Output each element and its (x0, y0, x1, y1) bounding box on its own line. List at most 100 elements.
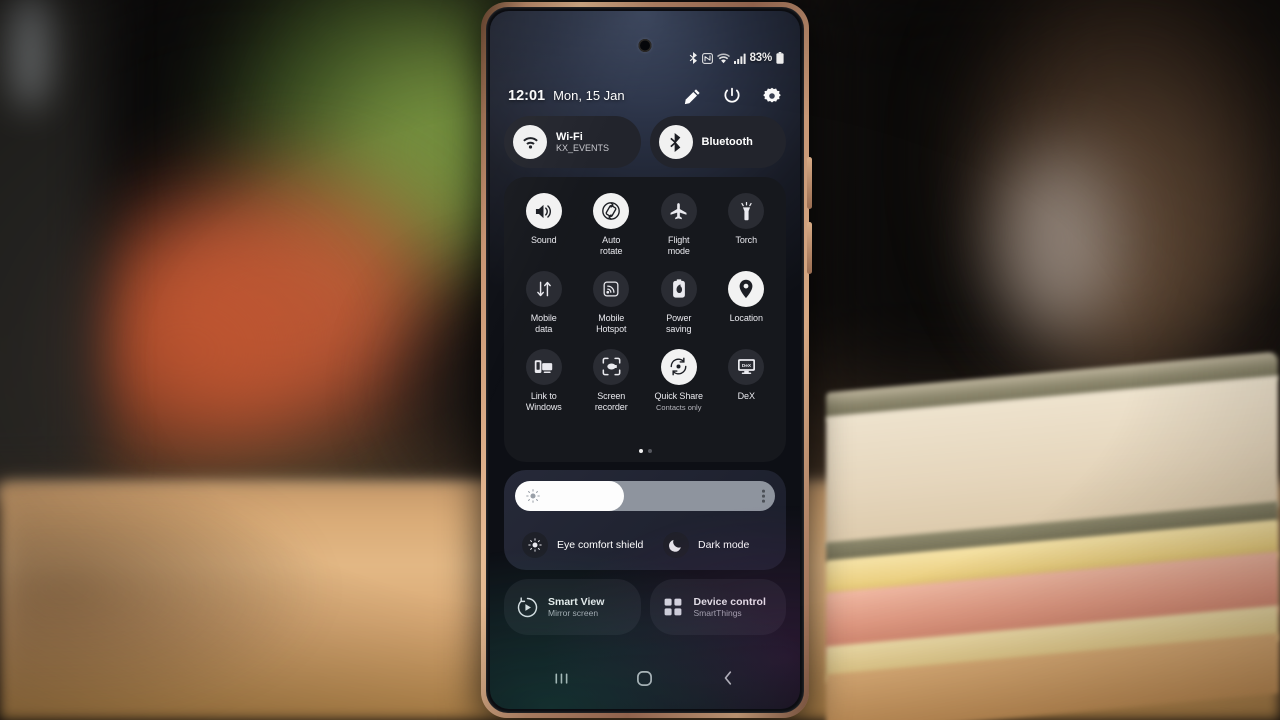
volume-down-button[interactable] (807, 222, 812, 274)
dark-mode-icon (669, 539, 681, 552)
eye-comfort-icon-bg (522, 532, 548, 558)
eye-comfort-shield-label: Eye comfort shield (557, 539, 644, 551)
device-control-text: Device control SmartThings (694, 596, 766, 619)
toggle-row-3: Link to Windows Screen recorder Quick Sh… (510, 347, 780, 413)
battery-icon (776, 52, 784, 64)
auto-rotate-icon-bg (593, 193, 630, 229)
dex-icon-bg: DeX (728, 348, 765, 385)
toggle-link-to-windows-label: Link to Windows (525, 390, 562, 412)
bluetooth-tile[interactable]: Bluetooth (649, 116, 786, 168)
dark-mode-icon-bg (663, 532, 689, 558)
brightness-sun-icon (526, 489, 540, 503)
toggle-link-to-windows[interactable]: Link to Windows (510, 347, 578, 413)
toggle-mobile-data-label: Mobile data (530, 312, 557, 334)
toggle-mobile-hotspot-label: Mobile Hotspot (596, 312, 627, 334)
device-control-tile[interactable]: Device control SmartThings (649, 579, 786, 635)
toggle-screen-recorder-label: Screen recorder (594, 390, 628, 412)
wifi-tile-text: Wi-Fi KX_EVENTS (556, 131, 609, 154)
mobile-data-icon (536, 281, 551, 297)
front-camera (638, 39, 652, 52)
toggle-power-saving[interactable]: Power saving (645, 269, 713, 335)
status-bar: 83% (689, 52, 784, 64)
back-button[interactable] (711, 665, 745, 691)
smartphone: 83% 12:01 Mon, 15 Jan Wi-Fi KX_EVENTS Bl… (481, 2, 812, 718)
toggle-dex-label: DeX (737, 390, 755, 401)
smart-view-icon-bg (515, 595, 539, 619)
mobile-hotspot-icon (603, 281, 619, 297)
device-control-title: Device control (693, 595, 766, 608)
sound-icon (536, 204, 552, 218)
power-saving-icon-bg (660, 270, 697, 307)
toggle-mobile-data[interactable]: Mobile data (510, 269, 578, 335)
signal-icon (733, 53, 746, 64)
dark-mode-label: Dark mode (698, 539, 750, 551)
page-dot-2[interactable] (647, 449, 652, 453)
phone-screen[interactable]: 83% 12:01 Mon, 15 Jan Wi-Fi KX_EVENTS Bl… (490, 11, 800, 709)
home-button[interactable] (628, 665, 662, 691)
sound-icon-bg (525, 193, 562, 229)
toggle-dex[interactable]: DeX DeX (713, 347, 781, 413)
navigation-bar (490, 665, 800, 691)
toggle-mobile-hotspot[interactable]: Mobile Hotspot (578, 269, 646, 335)
smart-view-subtitle: Mirror screen (548, 608, 599, 619)
home-icon (637, 670, 653, 686)
page-dot-1[interactable] (638, 449, 643, 453)
display-mode-row: Eye comfort shield Dark mode (504, 522, 786, 568)
toggle-sound[interactable]: Sound (510, 191, 578, 257)
wifi-tile[interactable]: Wi-Fi KX_EVENTS (504, 116, 641, 168)
wifi-tile-title: Wi-Fi (556, 130, 583, 143)
eye-comfort-shield-toggle[interactable]: Eye comfort shield (504, 532, 645, 558)
power-button[interactable] (722, 86, 742, 106)
auto-rotate-icon (602, 202, 621, 220)
bluetooth-icon (670, 132, 681, 152)
link-to-windows-icon (535, 360, 553, 373)
page-indicator (504, 449, 786, 453)
screen-recorder-icon-bg (593, 348, 630, 385)
toggle-screen-recorder[interactable]: Screen recorder (578, 347, 646, 413)
edit-icon (684, 88, 700, 104)
header-actions (682, 86, 782, 106)
wifi-tile-icon-bg (513, 125, 547, 159)
wifi-icon (522, 136, 538, 149)
location-icon (739, 279, 753, 298)
dark-mode-toggle[interactable]: Dark mode (645, 532, 786, 558)
brightness-panel: Eye comfort shield Dark mode (504, 470, 786, 570)
toggle-auto-rotate-label: Auto rotate (600, 235, 623, 256)
power-icon (724, 87, 740, 103)
power-saving-icon (672, 279, 685, 299)
quick-toggle-grid: Sound Auto rotate Flight mode Torch Mobi… (504, 177, 786, 462)
device-control-subtitle: SmartThings (693, 608, 742, 619)
recents-icon (555, 672, 568, 684)
flight-mode-icon-bg (660, 193, 697, 229)
volume-up-button[interactable] (807, 157, 812, 209)
toggle-auto-rotate[interactable]: Auto rotate (578, 191, 646, 257)
toggle-row-1: Sound Auto rotate Flight mode Torch (510, 191, 780, 257)
mobile-data-icon-bg (525, 270, 562, 307)
smart-view-title: Smart View (548, 595, 605, 608)
quick-panel-header: 12:01 Mon, 15 Jan (490, 86, 800, 106)
screen-recorder-icon (602, 357, 621, 376)
device-control-icon-bg (661, 595, 685, 619)
mobile-hotspot-icon-bg (593, 270, 630, 307)
date: Mon, 15 Jan (553, 88, 625, 103)
toggle-flight-mode[interactable]: Flight mode (645, 191, 713, 257)
settings-button[interactable] (762, 86, 782, 106)
edit-button[interactable] (682, 86, 702, 106)
toggle-torch[interactable]: Torch (713, 191, 781, 257)
brightness-more-options-icon[interactable] (762, 489, 765, 503)
recents-button[interactable] (545, 665, 579, 691)
toggle-quick-share[interactable]: Quick Share Contacts only (645, 347, 713, 413)
toggle-location[interactable]: Location (713, 269, 781, 335)
brightness-slider[interactable] (515, 481, 775, 511)
toggle-power-saving-label: Power saving (666, 312, 692, 334)
battery-percentage: 83% (749, 52, 773, 64)
clock-date-group: 12:01 Mon, 15 Jan (508, 88, 625, 104)
flight-mode-icon (670, 202, 687, 219)
nfc-icon (701, 52, 713, 64)
smart-view-tile[interactable]: Smart View Mirror screen (504, 579, 641, 635)
bluetooth-tile-icon-bg (658, 125, 693, 159)
link-to-windows-icon-bg (525, 348, 562, 385)
quick-share-icon (670, 357, 687, 376)
book-stack (826, 351, 1280, 720)
wifi-tile-subtitle: KX_EVENTS (556, 143, 610, 154)
